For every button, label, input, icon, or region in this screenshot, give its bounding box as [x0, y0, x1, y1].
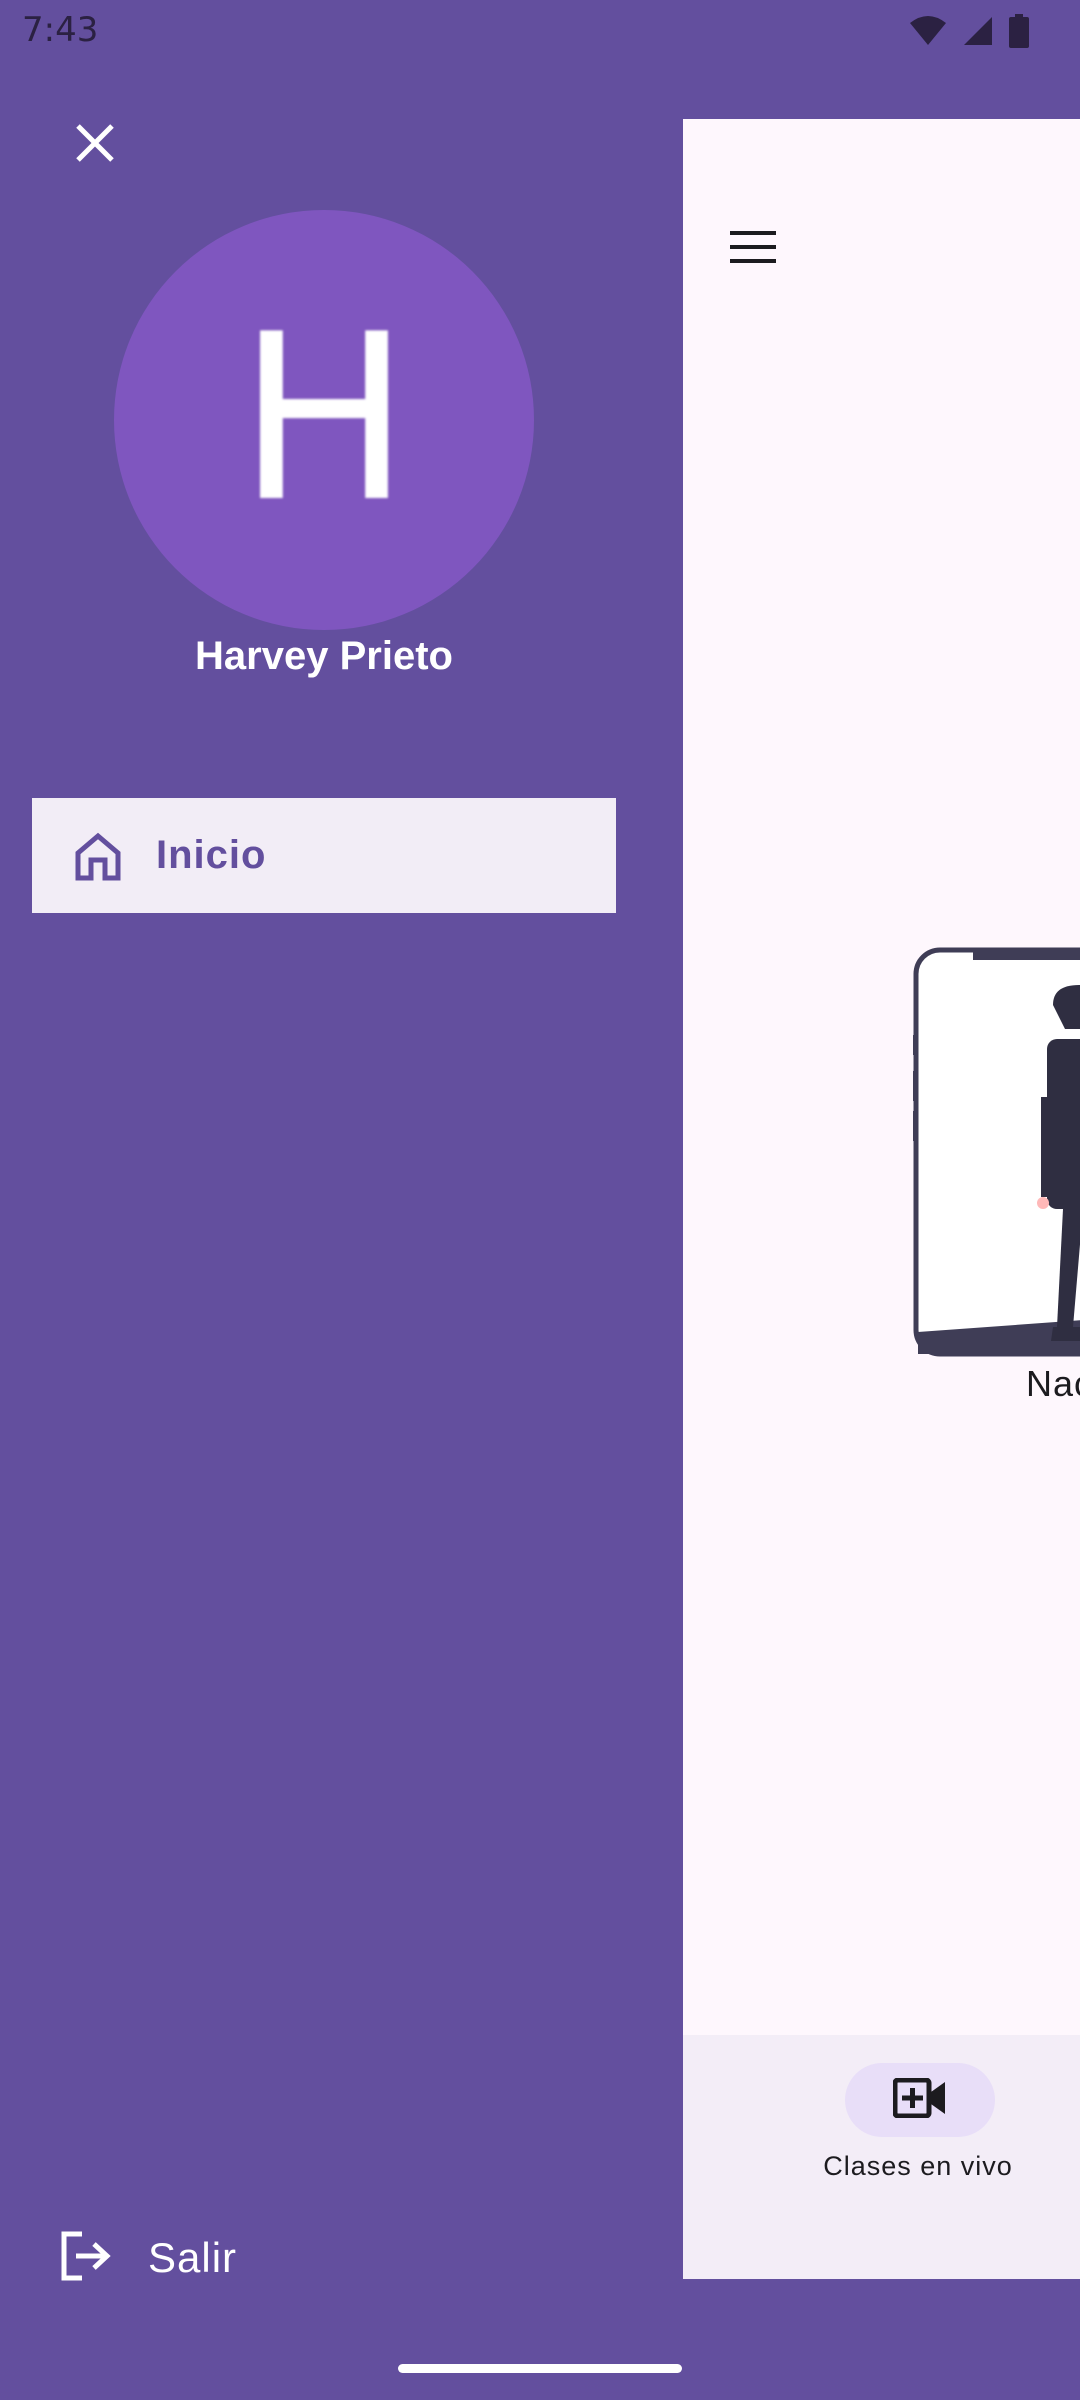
drawer-item-inicio[interactable]: Inicio [32, 798, 616, 913]
phone-illustration [910, 947, 1080, 1357]
bottom-navigation: Clases en vivo [683, 2035, 1080, 2279]
close-drawer-button[interactable] [60, 110, 130, 180]
wifi-icon [908, 15, 948, 52]
home-icon [70, 828, 126, 884]
user-name: Harvey Prieto [195, 634, 453, 678]
drawer-item-label: Inicio [156, 833, 267, 877]
illustration-caption: Nac [1026, 1363, 1080, 1404]
close-icon [75, 123, 115, 168]
nav-live-classes-label: Clases en vivo [823, 2151, 1013, 2181]
avatar: H [114, 210, 534, 630]
nav-live-classes-button[interactable] [845, 2063, 995, 2137]
cellular-signal-icon [962, 15, 994, 52]
menu-button[interactable] [723, 219, 783, 279]
status-icons [908, 14, 1030, 53]
home-indicator[interactable] [398, 2364, 682, 2373]
logout-icon [60, 2230, 112, 2287]
main-screen: Nac Clases en vivo [683, 119, 1080, 2279]
battery-icon [1008, 14, 1030, 53]
avatar-initial: H [237, 286, 411, 553]
logout-button[interactable]: Salir [60, 2222, 237, 2294]
video-add-icon [892, 2077, 947, 2123]
hamburger-menu-icon [730, 230, 776, 269]
logout-label: Salir [148, 2234, 238, 2281]
navigation-drawer: H Harvey Prieto Inicio Salir [0, 0, 683, 2400]
